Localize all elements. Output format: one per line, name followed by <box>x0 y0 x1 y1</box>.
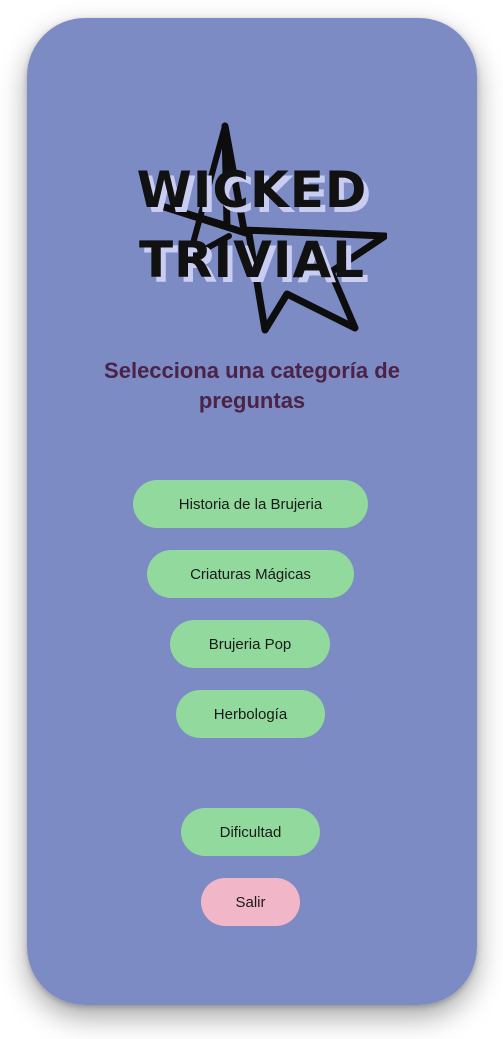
difficulty-button[interactable]: Dificultad <box>181 808 320 856</box>
phone-frame: WICKED TRIVIAL Selecciona una categoría … <box>27 18 477 1005</box>
category-prompt: Selecciona una categoría de preguntas <box>104 358 400 413</box>
main-screen: WICKED TRIVIAL Selecciona una categoría … <box>27 18 477 1005</box>
logo-text-line1: WICKED <box>136 161 368 219</box>
exit-button[interactable]: Salir <box>201 878 300 926</box>
logo-text-line2: TRIVIAL <box>138 231 366 289</box>
category-button-historia[interactable]: Historia de la Brujeria <box>133 480 368 528</box>
app-logo: WICKED TRIVIAL <box>117 118 387 348</box>
category-button-brujeria-pop[interactable]: Brujeria Pop <box>170 620 330 668</box>
category-button-criaturas[interactable]: Criaturas Mágicas <box>147 550 354 598</box>
category-button-herbologia[interactable]: Herbología <box>176 690 325 738</box>
